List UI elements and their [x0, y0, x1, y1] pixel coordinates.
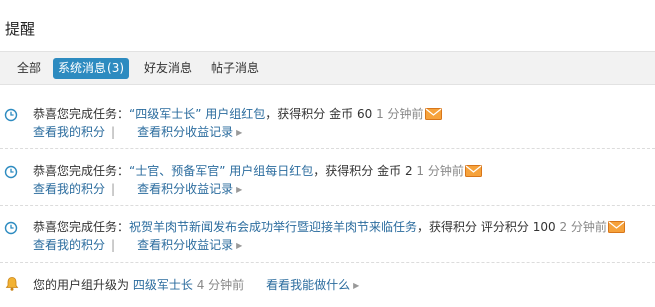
notice-message: 恭喜您完成任务：祝贺羊肉节新闻发布会成功举行暨迎接羊肉节来临任务，获得积分 评分… — [33, 219, 625, 235]
notice-prefix: 恭喜您完成任务： — [33, 220, 130, 234]
view-points-log-link[interactable]: 查看积分收益记录 — [137, 182, 233, 196]
task-link[interactable]: 祝贺羊肉节新闻发布会成功举行暨迎接羊肉节来临任务 — [129, 220, 417, 234]
notice-suffix: ，获得积分 — [417, 220, 478, 234]
notice-suffix: ，获得积分 — [313, 164, 374, 178]
bell-icon — [5, 277, 19, 291]
user-group-link[interactable]: 四级军士长 — [133, 278, 193, 292]
reward-name: 评分积分 — [480, 220, 529, 234]
view-points-link[interactable]: 查看我的积分 — [33, 238, 105, 252]
chevron-right-icon: ▶ — [236, 241, 243, 250]
task-link[interactable]: “四级军士长” 用户组红包 — [129, 107, 265, 121]
task-link[interactable]: “士官、预备军官” 用户组每日红包 — [129, 164, 313, 178]
notice-links: 查看我的积分 | 查看积分收益记录 ▶ — [33, 124, 242, 142]
reward-name: 金币 — [377, 164, 402, 178]
view-points-link[interactable]: 查看我的积分 — [33, 125, 105, 139]
notice-prefix: 恭喜您完成任务： — [33, 107, 130, 121]
notice-message: 恭喜您完成任务：“四级军士长” 用户组红包，获得积分 金币 60 1 分钟前 — [33, 106, 442, 122]
tab-system-count: (3) — [107, 61, 125, 75]
notice-time: 2 分钟前 — [559, 220, 607, 234]
notice-message: 恭喜您完成任务：“士官、预备军官” 用户组每日红包，获得积分 金币 2 1 分钟… — [33, 163, 482, 179]
tab-bar: 全部 系统消息(3) 好友消息 帖子消息 — [0, 51, 655, 85]
upgrade-time: 4 分钟前 — [196, 278, 245, 292]
chevron-right-icon: ▶ — [353, 281, 360, 290]
clock-icon — [4, 221, 18, 235]
reward-amount: 2 — [404, 164, 413, 178]
tab-friend-messages[interactable]: 好友消息 — [139, 58, 197, 79]
tab-post-messages[interactable]: 帖子消息 — [206, 58, 264, 79]
mail-icon[interactable] — [464, 165, 482, 177]
link-separator: | — [111, 182, 116, 196]
notice-suffix: ，获得积分 — [265, 107, 326, 121]
divider — [0, 148, 655, 149]
clock-icon — [4, 165, 18, 179]
clock-icon — [4, 108, 18, 122]
reward-amount: 100 — [532, 220, 556, 234]
tab-all[interactable]: 全部 — [12, 58, 46, 79]
what-can-i-do-link[interactable]: 看看我能做什么 — [266, 278, 350, 292]
link-separator: | — [111, 238, 116, 252]
view-points-log-link[interactable]: 查看积分收益记录 — [137, 125, 233, 139]
chevron-right-icon: ▶ — [236, 128, 243, 137]
mail-icon[interactable] — [424, 108, 442, 120]
reward-name: 金币 — [329, 107, 354, 121]
notice-time: 1 分钟前 — [416, 164, 464, 178]
notice-prefix: 恭喜您完成任务： — [33, 164, 130, 178]
mail-icon[interactable] — [607, 221, 625, 233]
chevron-right-icon: ▶ — [236, 185, 243, 194]
divider — [0, 205, 655, 206]
divider — [0, 262, 655, 263]
tab-system-messages[interactable]: 系统消息(3) — [53, 58, 130, 79]
view-points-log-link[interactable]: 查看积分收益记录 — [137, 238, 233, 252]
notice-links: 查看我的积分 | 查看积分收益记录 ▶ — [33, 181, 242, 199]
link-separator: | — [111, 125, 116, 139]
upgrade-prefix: 您的用户组升级为 — [33, 278, 130, 292]
upgrade-message: 您的用户组升级为 四级军士长 4 分钟前 看看我能做什么 ▶ — [33, 277, 359, 295]
reward-amount: 60 — [356, 107, 373, 121]
tab-system-label: 系统消息 — [58, 61, 107, 75]
view-points-link[interactable]: 查看我的积分 — [33, 182, 105, 196]
notice-links: 查看我的积分 | 查看积分收益记录 ▶ — [33, 237, 242, 255]
page-title: 提醒 — [5, 20, 36, 38]
notice-time: 1 分钟前 — [376, 107, 424, 121]
